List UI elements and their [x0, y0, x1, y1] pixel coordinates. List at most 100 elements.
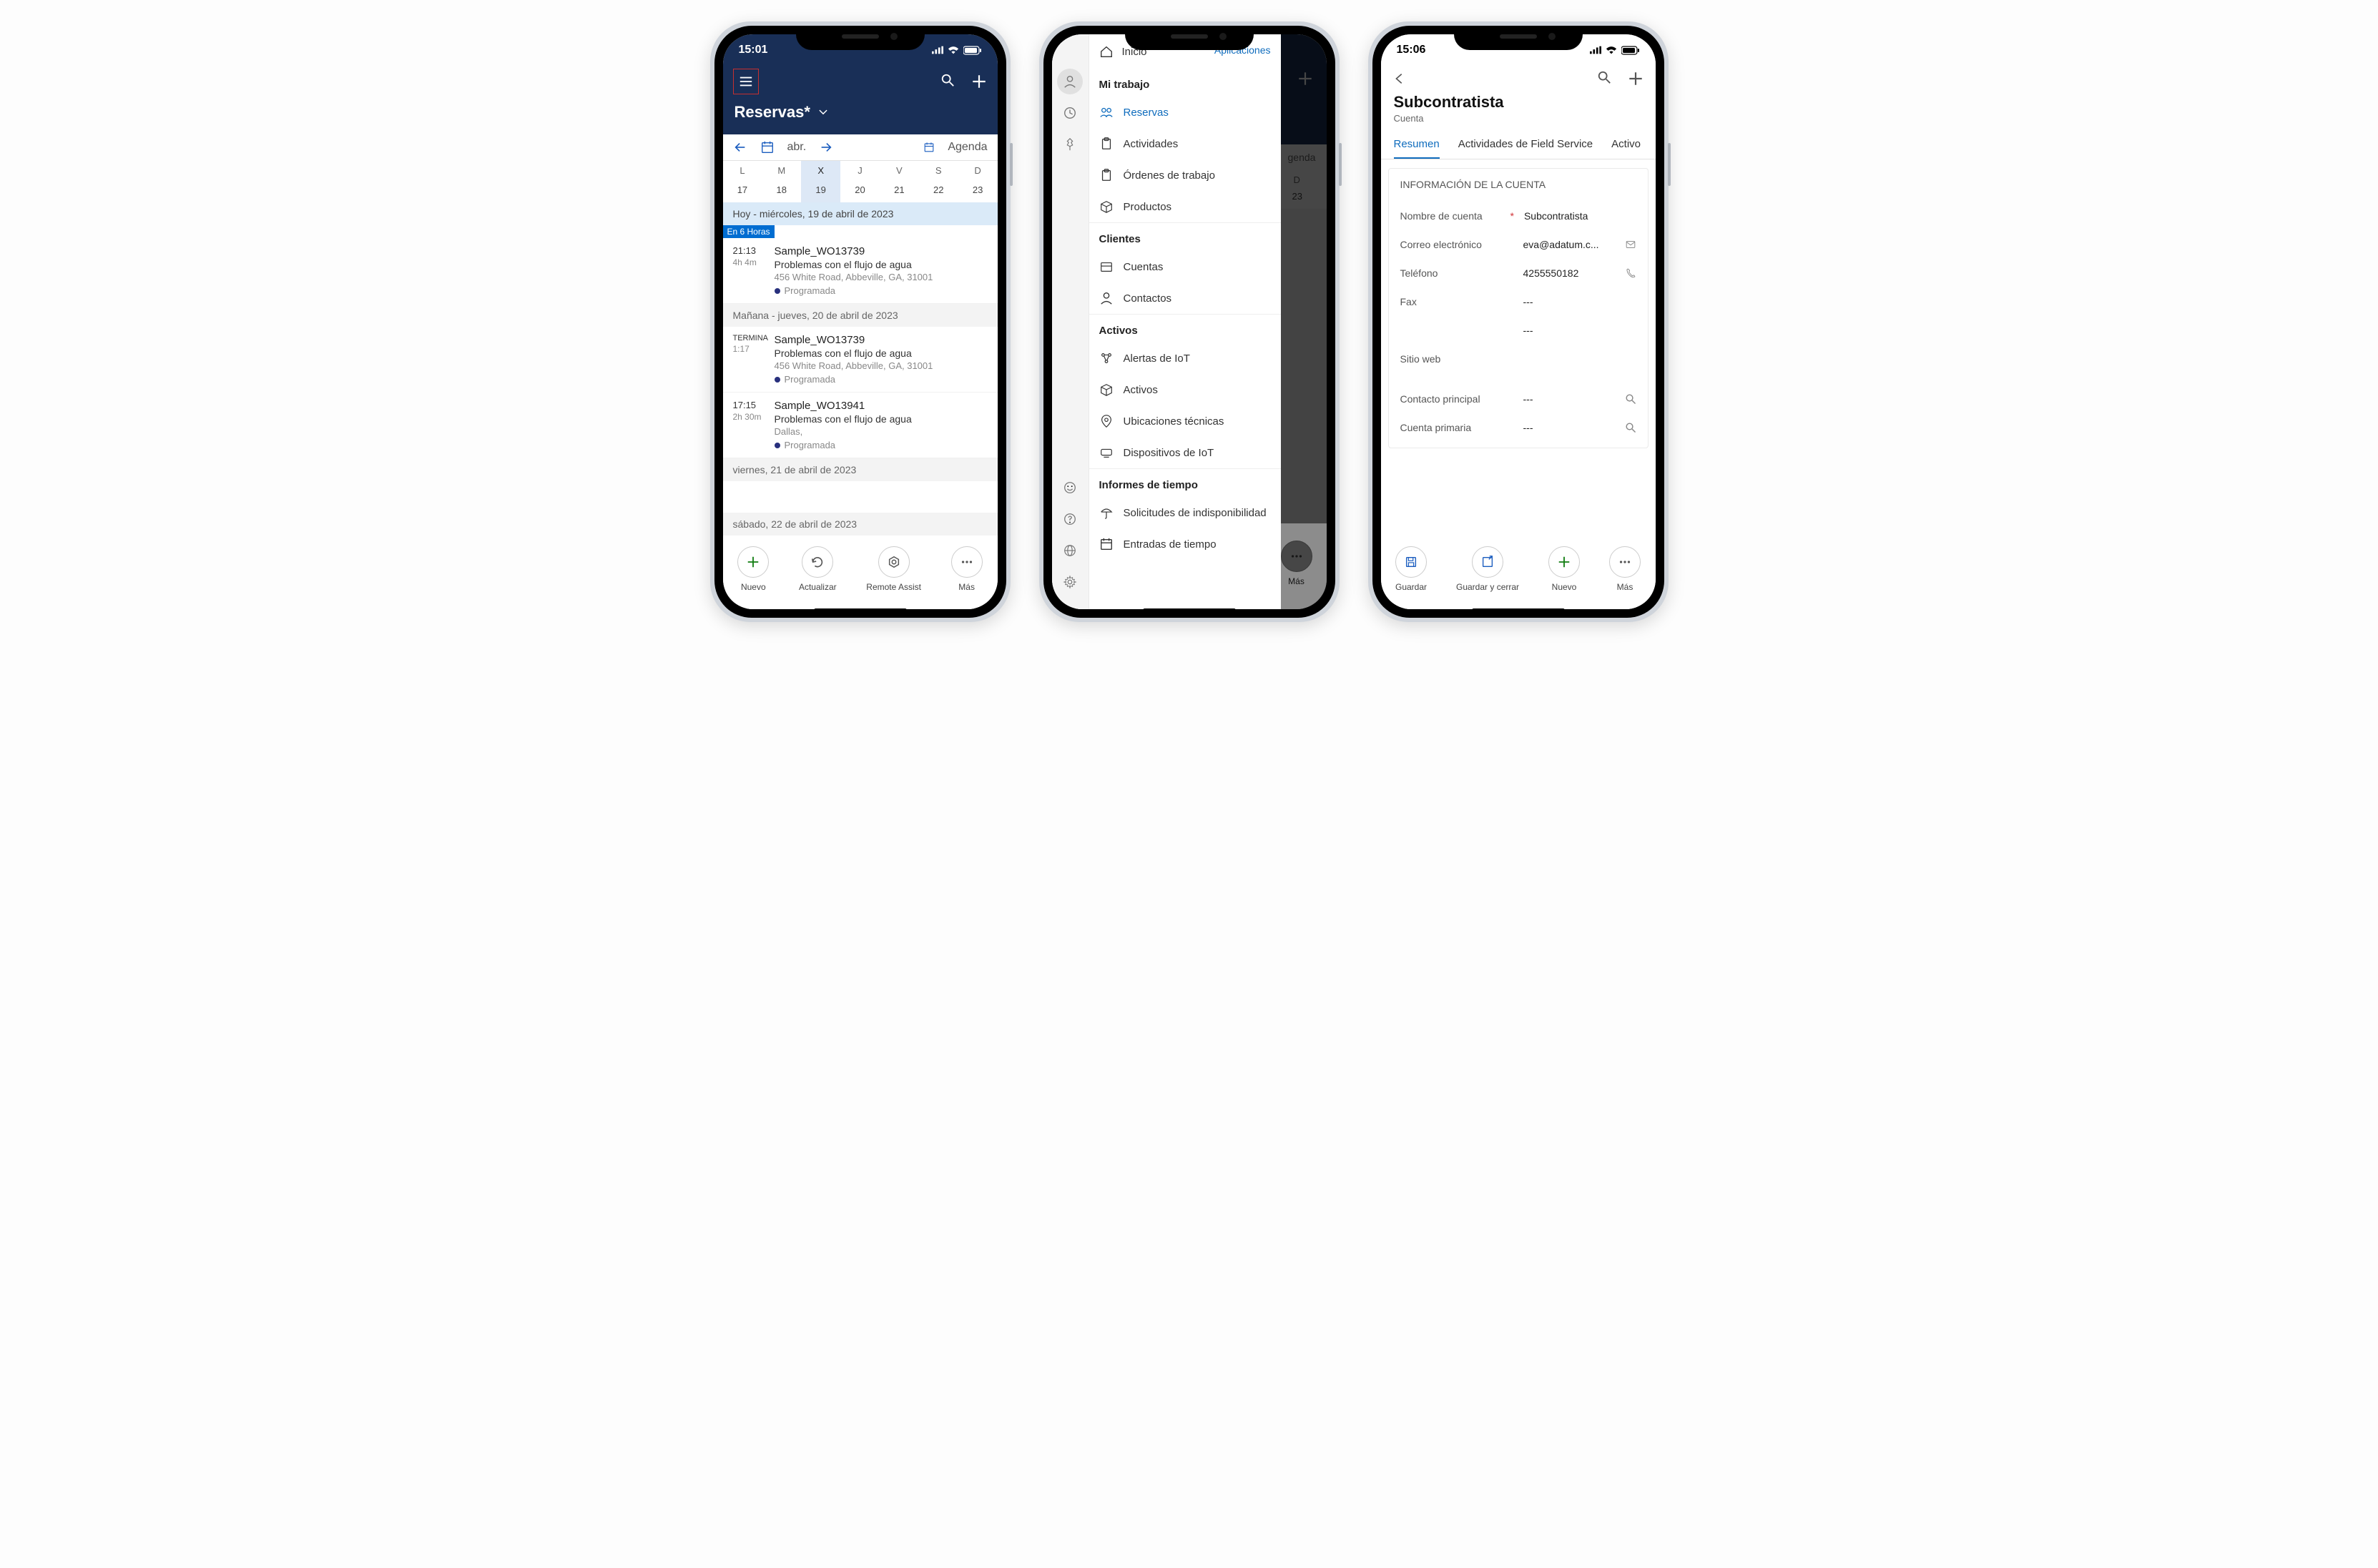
phone-icon[interactable] [1625, 267, 1636, 279]
save-icon [1404, 555, 1418, 569]
new-button[interactable]: Nuevo [1548, 546, 1580, 592]
nav-item-solicitudes[interactable]: Solicitudes de indisponibilidad [1089, 497, 1281, 528]
menu-button-highlighted[interactable] [733, 69, 759, 94]
calendar-icon[interactable] [760, 140, 775, 154]
rail-help[interactable] [1057, 506, 1083, 532]
nav-item-contactos[interactable]: Contactos [1089, 282, 1281, 314]
refresh-button[interactable]: Actualizar [799, 546, 837, 592]
month-label: abr. [787, 141, 807, 154]
tab-activos[interactable]: Activo [1611, 132, 1641, 159]
refresh-icon [810, 555, 825, 569]
date-row[interactable]: 17 18 19 20 21 22 23 [723, 180, 998, 202]
rail-profile[interactable] [1057, 69, 1083, 94]
view-title: Reservas* [734, 103, 810, 122]
add-icon[interactable] [1627, 70, 1644, 87]
booking-item[interactable]: 17:152h 30m Sample_WO13941 Problemas con… [723, 393, 998, 458]
field-contact[interactable]: Contacto principal --- [1400, 385, 1636, 413]
remote-assist-icon [887, 555, 901, 569]
field-blank[interactable]: --- [1400, 316, 1636, 345]
nav-item-ordenes[interactable]: Órdenes de trabajo [1089, 159, 1281, 191]
hamburger-icon [739, 74, 753, 89]
rail-globe[interactable] [1057, 538, 1083, 563]
rail-feedback[interactable] [1057, 475, 1083, 501]
nav-item-entradas-tiempo[interactable]: Entradas de tiempo [1089, 528, 1281, 560]
iot-icon [1099, 351, 1114, 365]
lookup-icon[interactable] [1625, 393, 1636, 405]
nav-group-clientes: Clientes [1089, 222, 1281, 251]
field-name[interactable]: Nombre de cuenta* Subcontratista [1400, 202, 1636, 230]
field-phone[interactable]: Teléfono 4255550182 [1400, 259, 1636, 287]
agenda-icon [923, 142, 935, 153]
rail-recent[interactable] [1057, 100, 1083, 126]
command-bar: Guardar Guardar y cerrar Nuevo Más [1381, 538, 1656, 609]
prev-arrow[interactable] [733, 140, 747, 154]
tab-field-service[interactable]: Actividades de Field Service [1458, 132, 1593, 159]
command-bar: Nuevo Actualizar Remote Assist Más [723, 538, 998, 609]
booking-item[interactable]: 21:134h 4m Sample_WO13739 Problemas con … [723, 238, 998, 304]
nav-item-reservas[interactable]: Reservas [1089, 97, 1281, 128]
more-icon [1618, 555, 1632, 569]
field-primary[interactable]: Cuenta primaria --- [1400, 413, 1636, 442]
nav-item-ubicaciones[interactable]: Ubicaciones técnicas [1089, 405, 1281, 437]
booking-item[interactable]: TERMINA1:17 Sample_WO13739 Problemas con… [723, 327, 998, 393]
home-icon [1099, 44, 1114, 59]
phone-sitemap: genda D 23 Más [1039, 21, 1340, 622]
calendar-icon [1099, 537, 1114, 551]
rail-pinned[interactable] [1057, 132, 1083, 157]
clipboard-icon [1099, 168, 1114, 182]
person-icon [1099, 291, 1114, 305]
back-button[interactable] [1392, 72, 1407, 86]
lookup-icon[interactable] [1625, 422, 1636, 433]
more-icon [960, 555, 974, 569]
battery-icon [1621, 46, 1640, 55]
nav-group-tiempo: Informes de tiempo [1089, 468, 1281, 497]
save-button[interactable]: Guardar [1395, 546, 1427, 592]
field-email[interactable]: Correo electrónico eva@adatum.c... [1400, 230, 1636, 259]
box-icon [1099, 383, 1114, 397]
remote-assist-button[interactable]: Remote Assist [866, 546, 921, 592]
mail-icon[interactable] [1625, 239, 1636, 250]
more-button[interactable]: Más [1609, 546, 1641, 592]
nav-group-activos: Activos [1089, 314, 1281, 342]
rail-settings[interactable] [1057, 569, 1083, 595]
weekday-row: L M X J V S D [723, 161, 998, 180]
chevron-down-icon [817, 107, 829, 118]
tab-resumen[interactable]: Resumen [1394, 132, 1440, 159]
nav-item-activos[interactable]: Activos [1089, 374, 1281, 405]
add-icon[interactable] [971, 73, 988, 90]
more-button[interactable]: Más [951, 546, 983, 592]
wifi-icon [1606, 44, 1617, 56]
nav-item-cuentas[interactable]: Cuentas [1089, 251, 1281, 282]
agenda-label[interactable]: Agenda [948, 141, 987, 154]
field-site[interactable]: Sitio web [1400, 345, 1636, 373]
view-selector[interactable]: Reservas* [723, 99, 998, 134]
phone-reservas: 15:01 Reservas* [710, 21, 1011, 622]
people-icon [1099, 105, 1114, 119]
today-header: Hoy - miércoles, 19 de abril de 2023 [723, 202, 998, 225]
save-close-button[interactable]: Guardar y cerrar [1456, 546, 1519, 592]
signal-icon [932, 44, 943, 56]
time-until-badge: En 6 Horas [723, 225, 775, 238]
search-icon[interactable] [940, 73, 955, 87]
status-time: 15:01 [739, 44, 768, 56]
record-subtitle: Cuenta [1381, 112, 1656, 132]
tomorrow-header: Mañana - jueves, 20 de abril de 2023 [723, 304, 998, 327]
status-time: 15:06 [1397, 44, 1426, 56]
friday-header: viernes, 21 de abril de 2023 [723, 458, 998, 481]
search-icon[interactable] [1597, 70, 1611, 84]
nav-item-dispositivos[interactable]: Dispositivos de IoT [1089, 437, 1281, 468]
nav-drawer: Inicio Aplicaciones Mi trabajo Reservas … [1052, 34, 1281, 609]
nav-item-actividades[interactable]: Actividades [1089, 128, 1281, 159]
new-button[interactable]: Nuevo [737, 546, 769, 592]
device-icon [1099, 445, 1114, 460]
battery-icon [963, 46, 982, 55]
nav-item-productos[interactable]: Productos [1089, 191, 1281, 222]
nav-item-alertas-iot[interactable]: Alertas de IoT [1089, 342, 1281, 374]
nav-group-mywork: Mi trabajo [1089, 69, 1281, 97]
record-title: Subcontratista [1381, 90, 1656, 112]
plus-icon [746, 555, 760, 569]
next-arrow[interactable] [819, 140, 833, 154]
field-fax[interactable]: Fax --- [1400, 287, 1636, 316]
wifi-icon [948, 44, 959, 56]
signal-icon [1590, 44, 1601, 56]
